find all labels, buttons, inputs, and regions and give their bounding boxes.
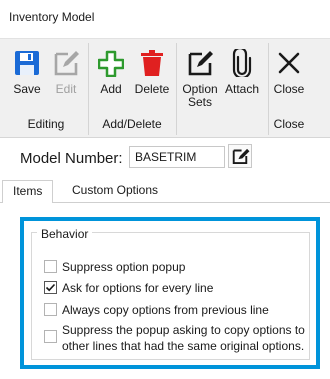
add-button[interactable]: Add	[94, 39, 128, 101]
model-number-input[interactable]	[129, 146, 225, 168]
suppress-option-popup-checkbox[interactable]	[44, 260, 57, 273]
delete-button[interactable]: Delete	[132, 39, 172, 101]
model-number-label: Model Number:	[20, 150, 123, 167]
tab-custom-options[interactable]: Custom Options	[62, 180, 168, 202]
ribbon-separator	[88, 43, 89, 135]
edit-icon	[54, 51, 79, 76]
close-label: Close	[273, 82, 305, 96]
paperclip-icon	[232, 49, 252, 77]
attach-label: Attach	[224, 82, 260, 96]
edit-label: Edit	[55, 82, 77, 96]
behavior-legend: Behavior	[37, 227, 93, 241]
group-label-add-delete: Add/Delete	[102, 117, 162, 131]
option-sets-label: Option Sets	[180, 83, 220, 109]
save-label: Save	[13, 82, 41, 96]
add-label: Add	[100, 82, 122, 96]
delete-label: Delete	[134, 82, 170, 96]
close-icon	[278, 52, 300, 74]
tab-strip: Items Custom Options	[0, 180, 330, 203]
ribbon-toolbar: Save Edit Add Delete Option Sets Attach …	[0, 38, 330, 138]
option-sets-label-line1: Option	[182, 82, 218, 96]
ribbon-separator	[176, 43, 177, 135]
always-copy-options-checkbox[interactable]	[44, 303, 57, 316]
save-icon	[15, 51, 39, 75]
window-title: Inventory Model	[9, 10, 95, 24]
suppress-copy-popup-label-line1: Suppress the popup asking to copy option…	[62, 323, 305, 337]
suppress-option-popup-label: Suppress option popup	[62, 260, 186, 274]
suppress-copy-popup-checkbox[interactable]	[44, 330, 57, 343]
tab-items[interactable]: Items	[2, 180, 54, 203]
suppress-copy-popup-label-line2: other lines that had the same original o…	[62, 339, 305, 353]
suppress-copy-popup-label: Suppress the popup asking to copy option…	[62, 322, 305, 354]
option-sets-button[interactable]: Option Sets	[180, 39, 220, 109]
attach-button[interactable]: Attach	[222, 39, 262, 101]
tab-items-label: Items	[13, 184, 43, 198]
group-label-editing: Editing	[27, 117, 65, 131]
close-button[interactable]: Close	[272, 39, 306, 101]
always-copy-options-label: Always copy options from previous line	[62, 303, 269, 317]
option-sets-label-line2: Sets	[187, 95, 212, 109]
edit-icon	[188, 51, 213, 76]
group-label-close: Close	[273, 117, 305, 131]
model-number-edit-button[interactable]	[228, 144, 252, 168]
tab-custom-options-label: Custom Options	[72, 183, 159, 197]
title-bar: Inventory Model	[0, 0, 330, 38]
ribbon-separator	[268, 43, 269, 135]
checkmark-icon	[45, 283, 56, 292]
ask-for-options-label: Ask for options for every line	[62, 281, 214, 295]
ask-for-options-checkbox[interactable]	[44, 281, 57, 294]
trash-icon	[141, 50, 163, 76]
edit-icon	[232, 148, 250, 165]
edit-button[interactable]: Edit	[50, 39, 82, 101]
plus-icon	[98, 50, 124, 77]
save-button[interactable]: Save	[8, 39, 46, 101]
